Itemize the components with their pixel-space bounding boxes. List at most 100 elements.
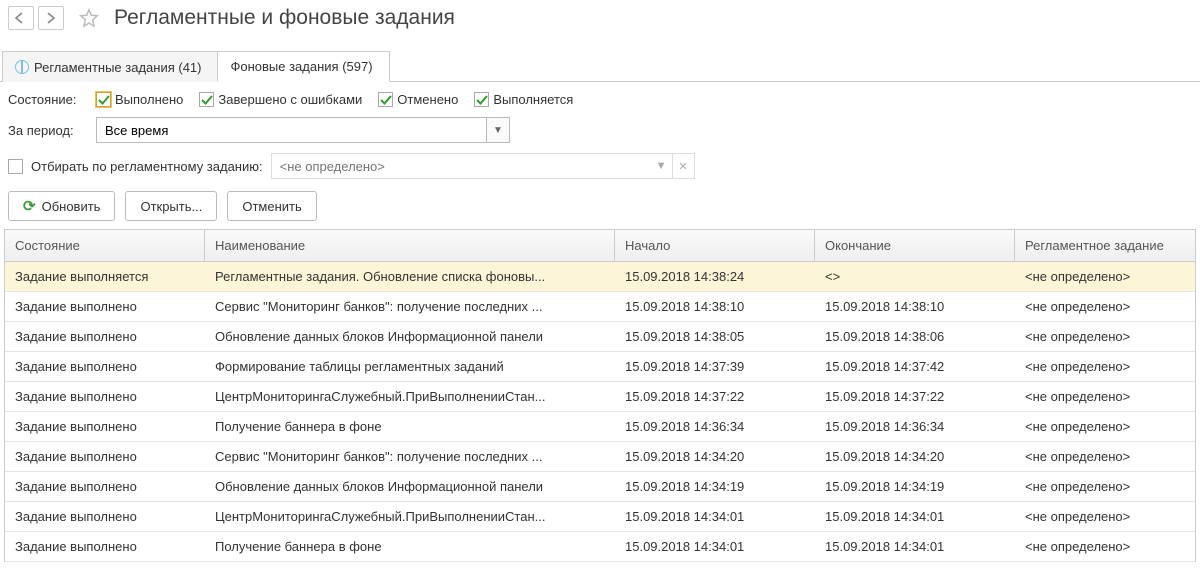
cell-end: 15.09.2018 14:38:10 [815,292,1015,321]
table-row[interactable]: Задание выполненоПолучение баннера в фон… [5,412,1195,442]
cell-reg: <не определено> [1015,292,1195,321]
grid-header: Состояние Наименование Начало Окончание … [5,230,1195,262]
cell-state: Задание выполнено [5,532,205,561]
state-checkbox-2[interactable]: Отменено [378,92,458,107]
cell-reg: <не определено> [1015,412,1195,441]
cell-start: 15.09.2018 14:34:01 [615,502,815,531]
regfilter-dropdown-button[interactable]: ▼ [651,153,673,179]
refresh-button[interactable]: ⟳ Обновить [8,191,115,221]
cell-state: Задание выполнено [5,322,205,351]
regfilter-checkbox[interactable] [8,159,23,174]
cell-reg: <не определено> [1015,472,1195,501]
regfilter-input[interactable] [271,153,651,179]
table-row[interactable]: Задание выполненоОбновление данных блоко… [5,472,1195,502]
refresh-label: Обновить [42,199,101,214]
table-row[interactable]: Задание выполненоПолучение баннера в фон… [5,532,1195,562]
cell-end: <> [815,262,1015,291]
cell-name: Регламентные задания. Обновление списка … [205,262,615,291]
page-title: Регламентные и фоновые задания [114,6,455,30]
checkbox-label: Отменено [397,92,458,107]
cell-name: Формирование таблицы регламентных задани… [205,352,615,381]
checkbox-label: Выполнено [115,92,183,107]
cell-name: ЦентрМониторингаСлужебный.ПриВыполненииС… [205,502,615,531]
cell-start: 15.09.2018 14:38:24 [615,262,815,291]
col-header-name[interactable]: Наименование [205,230,615,261]
col-header-start[interactable]: Начало [615,230,815,261]
cell-start: 15.09.2018 14:38:10 [615,292,815,321]
nav-back-button[interactable] [8,6,34,30]
checkbox-icon [474,92,489,107]
cell-state: Задание выполняется [5,262,205,291]
col-header-end[interactable]: Окончание [815,230,1015,261]
state-checkbox-1[interactable]: Завершено с ошибками [199,92,362,107]
cell-start: 15.09.2018 14:37:22 [615,382,815,411]
cell-start: 15.09.2018 14:36:34 [615,412,815,441]
cancel-button[interactable]: Отменить [227,191,316,221]
favorite-star-icon[interactable] [78,7,100,29]
table-row[interactable]: Задание выполненоСервис "Мониторинг банк… [5,292,1195,322]
tab-label: Фоновые задания (597) [230,59,372,74]
open-button[interactable]: Открыть... [125,191,217,221]
table-row[interactable]: Задание выполненоСервис "Мониторинг банк… [5,442,1195,472]
cell-name: Получение баннера в фоне [205,532,615,561]
table-row[interactable]: Задание выполненоФормирование таблицы ре… [5,352,1195,382]
period-dropdown-button[interactable]: ▼ [486,117,510,143]
checkbox-icon [96,92,111,107]
table-row[interactable]: Задание выполняетсяРегламентные задания.… [5,262,1195,292]
cell-end: 15.09.2018 14:34:20 [815,442,1015,471]
table-row[interactable]: Задание выполненоЦентрМониторингаСлужебн… [5,502,1195,532]
cell-end: 15.09.2018 14:34:01 [815,532,1015,561]
state-checkbox-3[interactable]: Выполняется [474,92,573,107]
checkbox-label: Завершено с ошибками [218,92,362,107]
cell-reg: <не определено> [1015,502,1195,531]
cell-state: Задание выполнено [5,352,205,381]
cell-start: 15.09.2018 14:34:20 [615,442,815,471]
cell-state: Задание выполнено [5,442,205,471]
cell-state: Задание выполнено [5,412,205,441]
state-filter-label: Состояние: [8,92,86,107]
cancel-label: Отменить [242,199,301,214]
refresh-icon: ⟳ [23,197,36,215]
cell-end: 15.09.2018 14:38:06 [815,322,1015,351]
tab-background-jobs[interactable]: Фоновые задания (597) [217,51,389,82]
tab-scheduled-jobs[interactable]: Регламентные задания (41) [2,51,218,82]
open-label: Открыть... [140,199,202,214]
cell-name: Сервис "Мониторинг банков": получение по… [205,292,615,321]
cell-reg: <не определено> [1015,322,1195,351]
tab-label: Регламентные задания (41) [34,60,201,75]
jobs-grid: Состояние Наименование Начало Окончание … [4,229,1196,562]
cell-state: Задание выполнено [5,502,205,531]
cell-reg: <не определено> [1015,352,1195,381]
nav-forward-button[interactable] [38,6,64,30]
regfilter-label: Отбирать по регламентному заданию: [31,159,263,174]
checkbox-icon [199,92,214,107]
cell-reg: <не определено> [1015,262,1195,291]
col-header-state[interactable]: Состояние [5,230,205,261]
regfilter-clear-button[interactable]: ✕ [673,153,695,179]
table-row[interactable]: Задание выполненоЦентрМониторингаСлужебн… [5,382,1195,412]
cell-name: Обновление данных блоков Информационной … [205,322,615,351]
cell-end: 15.09.2018 14:37:42 [815,352,1015,381]
cell-start: 15.09.2018 14:38:05 [615,322,815,351]
cell-start: 15.09.2018 14:34:19 [615,472,815,501]
cell-reg: <не определено> [1015,532,1195,561]
checkbox-label: Выполняется [493,92,573,107]
cell-name: ЦентрМониторингаСлужебный.ПриВыполненииС… [205,382,615,411]
cell-start: 15.09.2018 14:34:01 [615,532,815,561]
cell-state: Задание выполнено [5,382,205,411]
cell-reg: <не определено> [1015,382,1195,411]
cell-state: Задание выполнено [5,472,205,501]
cell-start: 15.09.2018 14:37:39 [615,352,815,381]
state-checkbox-0[interactable]: Выполнено [96,92,183,107]
cell-state: Задание выполнено [5,292,205,321]
cell-reg: <не определено> [1015,442,1195,471]
cell-name: Обновление данных блоков Информационной … [205,472,615,501]
checkbox-icon [378,92,393,107]
globe-icon [15,60,29,74]
table-row[interactable]: Задание выполненоОбновление данных блоко… [5,322,1195,352]
tabs: Регламентные задания (41) Фоновые задани… [0,50,1200,82]
period-input[interactable] [96,117,486,143]
col-header-reg[interactable]: Регламентное задание [1015,230,1195,261]
period-filter-label: За период: [8,123,86,138]
cell-name: Получение баннера в фоне [205,412,615,441]
